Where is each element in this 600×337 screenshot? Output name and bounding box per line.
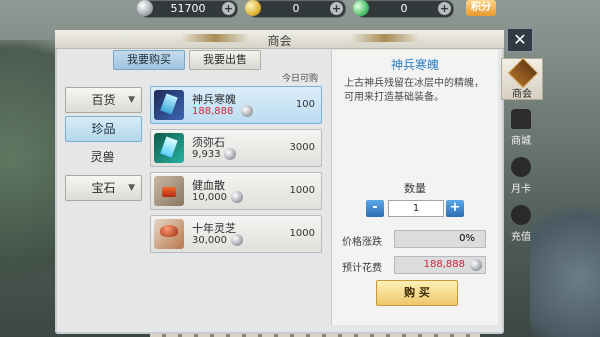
estimated-cost-box: 188,888 — [394, 256, 486, 274]
side-nav-monthly-card[interactable]: 月卡 — [501, 154, 541, 195]
list-item[interactable]: 十年灵芝 30,000 1000 — [150, 215, 322, 253]
jade-ingot-icon — [351, 0, 371, 18]
item-name: 健血散 — [192, 179, 225, 192]
silver-coin-icon — [231, 191, 243, 203]
xumi-stone-icon — [154, 133, 184, 163]
cold-spirit-crystal-icon — [154, 90, 184, 120]
jade-currency: 0 + — [351, 0, 454, 18]
price-change-box: 0% — [394, 230, 486, 248]
item-price: 10,000 — [192, 192, 227, 203]
silver-coin-icon — [137, 0, 153, 16]
chevron-down-icon: ▼ — [128, 183, 135, 193]
lingzhi-mushroom-icon — [154, 219, 184, 249]
silver-currency: 51700 + — [137, 0, 238, 18]
increase-quantity-button[interactable]: + — [446, 200, 464, 217]
detail-item-name: 神兵寒魄 — [390, 58, 439, 72]
category-label: 宝石 — [91, 181, 116, 195]
silver-coin-icon — [224, 148, 236, 160]
decrease-quantity-button[interactable]: - — [366, 200, 384, 217]
side-nav-label: 充值 — [511, 232, 531, 243]
silver-coin-icon — [241, 105, 253, 117]
category-label: 灵兽 — [90, 150, 115, 164]
item-name: 神兵寒魄 — [192, 93, 236, 106]
side-nav-label: 商会 — [512, 89, 532, 100]
list-item[interactable]: 健血散 10,000 1000 — [150, 172, 322, 210]
silver-coin-icon — [231, 234, 243, 246]
silver-coin-icon — [470, 259, 482, 271]
estimated-cost-value: 188,888 — [423, 259, 465, 270]
add-jade-button[interactable]: + — [438, 2, 451, 15]
background-foliage — [0, 40, 55, 337]
window-title: 商会 — [267, 34, 292, 48]
category-label: 珍品 — [91, 122, 116, 136]
item-detail-panel: 神兵寒魄 上古神兵残留在冰层中的精魄，可用来打造基础装备。 数量 - 1 + 价… — [331, 50, 498, 325]
category-spirit-beast[interactable]: 灵兽 — [65, 145, 140, 169]
side-nav-label: 商城 — [511, 136, 531, 147]
tab-buy[interactable]: 我要购买 — [113, 50, 185, 70]
quantity-label: 数量 — [404, 182, 426, 195]
side-nav-mall[interactable]: 商城 — [501, 106, 541, 147]
side-nav-label: 月卡 — [511, 184, 531, 195]
gold-coin-icon — [245, 0, 261, 16]
gold-currency: 0 + — [245, 0, 346, 18]
item-name: 须弥石 — [192, 136, 225, 149]
today-buy-label: 今日可购 — [282, 74, 319, 84]
blood-powder-icon — [154, 176, 184, 206]
item-name: 十年灵芝 — [192, 222, 236, 235]
side-nav-recharge[interactable]: 充值 — [501, 202, 541, 243]
item-price: 30,000 — [192, 235, 227, 246]
item-price: 188,888 — [192, 106, 234, 117]
category-gem[interactable]: 宝石 ▼ — [65, 175, 142, 201]
quantity-input[interactable]: 1 — [388, 200, 444, 217]
title-bar: 商会 — [55, 30, 504, 49]
title-ornament-right — [350, 34, 420, 42]
item-quantity: 3000 — [289, 142, 315, 153]
jade-amount: 0 — [400, 2, 408, 15]
side-nav-chamber[interactable]: 商会 — [501, 57, 543, 100]
buy-button[interactable]: 购 买 — [376, 280, 458, 306]
chamber-of-commerce-icon — [507, 57, 539, 89]
add-gold-button[interactable]: + — [330, 2, 343, 15]
detail-description: 上古神兵残留在冰层中的精魄，可用来打造基础装备。 — [344, 78, 484, 103]
category-label: 百货 — [91, 93, 116, 107]
gold-amount: 0 — [292, 2, 300, 15]
score-button[interactable]: 积分 — [466, 0, 496, 16]
category-treasure[interactable]: 珍品 — [65, 116, 142, 142]
item-quantity: 1000 — [289, 185, 315, 196]
item-quantity: 100 — [295, 99, 315, 110]
add-silver-button[interactable]: + — [222, 2, 235, 15]
category-general[interactable]: 百货 ▼ — [65, 87, 142, 113]
price-change-label: 价格涨跌 — [342, 237, 382, 248]
list-item[interactable]: 神兵寒魄 188,888 100 — [150, 86, 322, 124]
buy-sell-tabs: 我要购买 我要出售 — [113, 50, 261, 70]
close-icon: ✕ — [513, 30, 527, 49]
list-item[interactable]: 须弥石 9,933 3000 — [150, 129, 322, 167]
chevron-down-icon: ▼ — [128, 95, 135, 105]
mall-icon — [511, 109, 531, 129]
monthly-card-icon — [511, 157, 531, 177]
silver-amount: 51700 — [170, 2, 206, 15]
item-quantity: 1000 — [289, 228, 315, 239]
title-ornament-left — [180, 34, 250, 42]
estimated-cost-label: 预计花费 — [342, 263, 382, 274]
item-price: 9,933 — [192, 149, 221, 160]
recharge-icon — [511, 205, 531, 225]
currency-bar: 51700 + 0 + 0 + — [137, 0, 454, 18]
close-button[interactable]: ✕ — [507, 28, 533, 52]
tab-sell[interactable]: 我要出售 — [189, 50, 261, 70]
price-change-value: 0% — [459, 233, 475, 244]
